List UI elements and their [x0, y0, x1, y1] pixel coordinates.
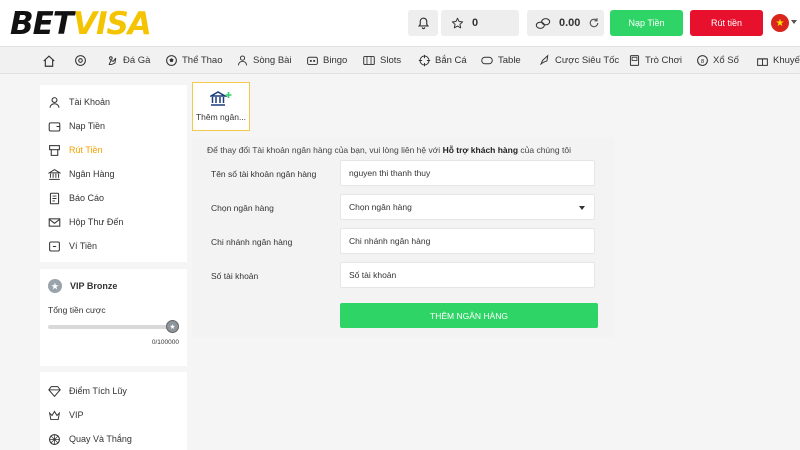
vip-progress-text: 0/100000 [151, 339, 179, 346]
account-number-label: Số tài khoản [211, 271, 259, 281]
balance-box: 0.00 [527, 10, 604, 36]
bingo-icon [307, 56, 318, 66]
nav-sports-icon-item[interactable] [74, 47, 91, 74]
gift-icon [757, 58, 768, 66]
wallet-icon [48, 121, 61, 131]
account-number-field[interactable]: Số tài khoản [340, 262, 595, 288]
envelope-icon [48, 217, 61, 227]
account-menu: Tài Khoản Nạp Tiền Rút Tiền Ngân Hàng Bá… [40, 85, 187, 262]
withdraw-icon [49, 144, 60, 156]
rocket-icon [540, 54, 549, 65]
e-wallet-icon [49, 241, 60, 251]
refresh-icon[interactable] [588, 17, 600, 29]
withdraw-button[interactable]: Rút tiền [690, 10, 763, 36]
support-notice: Để thay đổi Tài khoản ngân hàng của bạn,… [207, 145, 571, 155]
star-icon [451, 17, 464, 28]
target-icon [75, 55, 86, 66]
sidebar-item-account[interactable]: Tài Khoản [48, 93, 110, 111]
vip-progress-bar [48, 325, 172, 329]
vip-badge-icon: ★ [48, 279, 62, 293]
bank-select[interactable]: Chọn ngân hàng [340, 194, 595, 220]
vietnam-flag-icon[interactable]: ★ [771, 14, 789, 32]
home-icon [43, 54, 55, 67]
nav-slots[interactable]: Slots [362, 47, 401, 74]
chevron-down-icon [579, 206, 585, 210]
add-bank-form: Để thay đổi Tài khoản ngân hàng của bạn,… [192, 137, 614, 337]
points-value: 0 [472, 17, 479, 29]
balance-value: 0.00 [559, 17, 581, 29]
crown-icon [48, 409, 61, 420]
sidebar-item-bank[interactable]: Ngân Hàng [48, 165, 115, 183]
account-name-label: Tên số tài khoản ngân hàng [211, 169, 317, 179]
dealer-icon [237, 55, 248, 66]
notifications-button[interactable] [408, 10, 438, 36]
nav-home[interactable] [42, 47, 60, 74]
diamond-icon [48, 385, 61, 397]
lucky-wheel-icon [49, 433, 60, 445]
nav-bingo[interactable]: Bingo [306, 47, 347, 74]
sidebar-item-inbox[interactable]: Hộp Thư Đến [48, 213, 123, 231]
main-nav: Đá Gà Thể Thao Sòng Bài Bingo Slots Bắn … [0, 46, 800, 74]
wallet-coins-icon [535, 17, 551, 29]
bank-select-label: Chọn ngân hàng [211, 203, 274, 213]
branch-field[interactable]: Chi nhánh ngân hàng [340, 228, 595, 254]
points-box[interactable]: 0 [441, 10, 519, 36]
nav-promotions[interactable]: Khuyến [756, 47, 800, 74]
bank-add-icon [210, 91, 232, 106]
sidebar-item-deposit[interactable]: Nạp Tiền [48, 117, 105, 135]
nav-fast-bet[interactable]: Cược Siêu Tốc [538, 47, 619, 74]
bell-icon [417, 17, 429, 29]
nav-casino[interactable]: Sòng Bài [236, 47, 292, 74]
vip-level: ★ VIP Bronze [48, 279, 117, 293]
rooster-icon [108, 56, 117, 66]
sidebar-item-vip[interactable]: VIP [48, 406, 84, 424]
user-icon [49, 96, 60, 108]
account-name-field[interactable]: nguyen thi thanh thuy [340, 160, 595, 186]
nav-lottery[interactable]: 8 Xổ Số [696, 47, 739, 74]
sidebar-item-reports[interactable]: Báo Cáo [48, 189, 104, 207]
nav-sports[interactable]: Thể Thao [165, 47, 223, 74]
arcade-icon [629, 55, 640, 66]
soccer-ball-icon [166, 55, 177, 66]
top-header: BETVISA 0 0.00 Nạp Tiền Rút tiền ★ [0, 0, 800, 46]
svg-text:8: 8 [701, 59, 705, 65]
sidebar-item-wallet[interactable]: Ví Tiền [48, 237, 97, 255]
vip-progress-star-icon: ★ [166, 320, 179, 333]
total-bet-label: Tổng tiền cược [48, 305, 106, 315]
nav-cockfight[interactable]: Đá Gà [106, 47, 150, 74]
add-bank-tile[interactable]: Thêm ngân... [192, 82, 250, 131]
slot-machine-icon [363, 55, 375, 66]
sidebar-item-withdraw[interactable]: Rút Tiền [48, 141, 103, 159]
chevron-down-icon[interactable] [791, 20, 797, 24]
lottery-ball-icon: 8 [697, 55, 708, 66]
nav-table[interactable]: Table [480, 47, 521, 74]
rewards-menu: Điểm Tích Lũy VIP Quay Và Thắng [40, 372, 187, 450]
nav-games[interactable]: Trò Chơi [628, 47, 682, 74]
branch-label: Chi nhánh ngân hàng [211, 237, 293, 247]
nav-fishing[interactable]: Bắn Cá [418, 47, 467, 74]
sidebar-item-spin-win[interactable]: Quay Và Thắng [48, 430, 132, 448]
add-bank-button[interactable]: THÊM NGÂN HÀNG [340, 303, 598, 328]
customer-support-link[interactable]: Hỗ trợ khách hàng [443, 145, 518, 155]
sidebar-item-points[interactable]: Điểm Tích Lũy [48, 382, 127, 400]
bank-icon [48, 168, 61, 180]
deposit-button[interactable]: Nạp Tiền [610, 10, 683, 36]
report-icon [49, 192, 60, 204]
card-table-icon [481, 56, 493, 65]
crosshair-icon [418, 54, 431, 67]
vip-card: ★ VIP Bronze Tổng tiền cược ★ 0/100000 [40, 269, 187, 366]
betvisa-logo[interactable]: BETVISA [10, 6, 152, 42]
